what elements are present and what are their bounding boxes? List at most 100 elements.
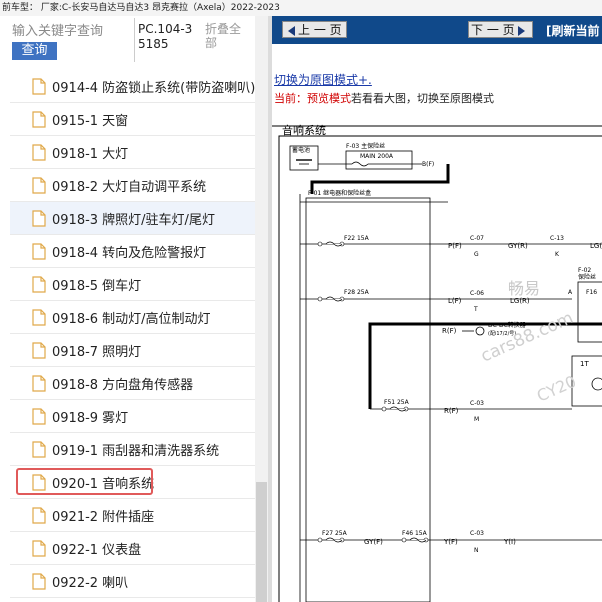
fuse-f02: F-02 — [578, 267, 591, 274]
list-item-label: 0918-8 方向盘角传感器 — [52, 377, 194, 393]
wire-label-bf: B(F) — [422, 161, 434, 168]
left-panel: 查询 PC.104-35185 折叠全部 0914-4 防盗锁止系统(带防盗喇叭… — [0, 16, 268, 602]
document-icon — [32, 242, 46, 260]
battery-label: 蓄电池 — [292, 146, 310, 154]
f01-label: F-01 继电器和保险丝盒 — [308, 189, 371, 197]
list-item-label: 0922-1 仪表盘 — [52, 542, 142, 558]
pin-n: N — [474, 547, 479, 554]
wire-label-rf2: R(F) — [444, 407, 459, 415]
pin-g: G — [474, 251, 479, 258]
next-page-button[interactable]: 下 一 页 — [468, 21, 533, 38]
dcdc-terminal — [475, 326, 485, 336]
list-item[interactable]: 0921-2 附件插座 — [10, 499, 255, 532]
list-item[interactable]: 0919-1 雨刮器和清洗器系统 — [10, 433, 255, 466]
list-item[interactable]: 0918-6 制动灯/高位制动灯 — [10, 301, 255, 334]
wire-label-gyf: GY(F) — [364, 538, 383, 546]
list-item-label: 0918-5 倒车灯 — [52, 278, 142, 294]
wire-label-rf1: R(F) — [442, 327, 457, 335]
wire-label-pf: P(F) — [448, 242, 462, 250]
fuse-f51: F51 25A — [384, 399, 410, 406]
conn-c13: C-13 — [550, 235, 564, 242]
document-icon — [32, 572, 46, 590]
list-item[interactable]: 0918-7 照明灯 — [10, 334, 255, 367]
wire-label-gyr: GY(R) — [508, 242, 528, 250]
wire-label-lg: LG( — [590, 242, 602, 250]
main-fuse-id: F-03 主保险丝 — [346, 142, 385, 150]
search-input[interactable] — [12, 22, 132, 40]
list-item[interactable]: 0918-3 牌照灯/驻车灯/尾灯 — [10, 202, 255, 235]
list-item-label: 0919-1 雨刮器和清洗器系统 — [52, 443, 220, 459]
document-icon — [32, 275, 46, 293]
search-area: 查询 PC.104-35185 折叠全部 — [0, 16, 268, 66]
label-1t: 1T — [580, 360, 589, 368]
wire-label-yi: Y(I) — [503, 538, 516, 546]
fuse-f27: F27 25A — [322, 530, 348, 537]
main-fuse-rating: MAIN 200A — [360, 153, 394, 160]
watermark-2: cars88.com — [478, 308, 577, 367]
list-item[interactable]: 0920-1 音响系统 — [10, 466, 255, 499]
list-item-label: 0921-2 附件插座 — [52, 509, 155, 525]
prev-page-label: 上 一 页 — [298, 23, 342, 37]
fuse-f22: F22 15A — [344, 235, 370, 242]
list-item-label: 0918-2 大灯自动调平系统 — [52, 179, 207, 195]
triangle-left-icon — [288, 25, 295, 36]
document-icon — [32, 374, 46, 392]
document-icon — [32, 176, 46, 194]
document-icon — [32, 407, 46, 425]
conn-c03: C-03 — [470, 400, 484, 407]
fuse-f28: F28 25A — [344, 289, 370, 296]
search-button[interactable]: 查询 — [12, 42, 57, 60]
selected-item-highlight — [16, 468, 153, 495]
list-item[interactable]: 0918-8 方向盘角传感器 — [10, 367, 255, 400]
list-item[interactable]: 0915-1 天窗 — [10, 103, 255, 136]
refresh-current-link[interactable]: [刷新当前 — [546, 22, 600, 39]
document-icon — [32, 506, 46, 524]
current-mode-prefix: 当前： — [274, 92, 307, 105]
document-list: 0914-4 防盗锁止系统(带防盗喇叭) 0915-1 天窗 0918-1 大灯 09… — [10, 70, 255, 598]
separator — [134, 18, 135, 62]
document-icon — [32, 110, 46, 128]
conn-c06: C-06 — [470, 290, 484, 297]
list-item[interactable]: 0922-1 仪表盘 — [10, 532, 255, 565]
relay-terminal — [591, 377, 602, 391]
fuse-f02-label: 保险丝 — [578, 273, 596, 281]
document-icon — [32, 341, 46, 359]
pin-a: A — [568, 289, 573, 296]
triangle-right-icon — [517, 25, 525, 36]
document-icon — [32, 440, 46, 458]
list-item[interactable]: 0918-4 转向及危险警报灯 — [10, 235, 255, 268]
list-item[interactable]: 0914-4 防盗锁止系统(带防盗喇叭) — [10, 70, 255, 103]
document-icon — [32, 209, 46, 227]
conn-c03b: C-03 — [470, 530, 484, 537]
scrollbar-thumb[interactable] — [256, 482, 267, 602]
list-item-label: 0914-4 防盗锁止系统(带防盗喇叭) — [52, 80, 256, 96]
diagram-title: 音响系统 — [282, 124, 326, 137]
list-item-label: 0918-7 照明灯 — [52, 344, 142, 360]
document-icon — [32, 539, 46, 557]
wire-label-lgr: LG(R) — [510, 297, 530, 305]
watermark-1: 畅易 — [508, 279, 540, 298]
pin-t: T — [473, 306, 478, 313]
document-icon — [32, 308, 46, 326]
conn-c07: C-07 — [470, 235, 484, 242]
wiring-diagram[interactable]: 音响系统 蓄电池 F-03 主保险丝 MAIN 200A B(F) F-01 继… — [272, 124, 602, 602]
list-item[interactable]: 0922-2 喇叭 — [10, 565, 255, 598]
content-panel: 上 一 页 下 一 页 [刷新当前 切换为原图模式+. 当前：预览模式若看看大图… — [272, 16, 602, 602]
list-item-label: 0918-3 牌照灯/驻车灯/尾灯 — [52, 212, 215, 228]
collapse-all-link[interactable]: 折叠全部 — [205, 22, 250, 50]
next-page-label: 下 一 页 — [471, 23, 515, 37]
list-item[interactable]: 0918-5 倒车灯 — [10, 268, 255, 301]
list-item[interactable]: 0918-9 雾灯 — [10, 400, 255, 433]
list-item-label: 0918-4 转向及危险警报灯 — [52, 245, 207, 261]
list-item-label: 0922-2 喇叭 — [52, 575, 129, 591]
prev-page-button[interactable]: 上 一 页 — [282, 21, 347, 38]
wire-label-yf: Y(F) — [443, 538, 458, 546]
list-item-label: 0918-6 制动灯/高位制动灯 — [52, 311, 211, 327]
list-item[interactable]: 0918-2 大灯自动调平系统 — [10, 169, 255, 202]
switch-original-mode-link[interactable]: 切换为原图模式+. — [274, 71, 372, 88]
pin-m: M — [474, 416, 479, 423]
page-nav-bar: 上 一 页 下 一 页 [刷新当前 — [272, 16, 602, 44]
window-title: 前车型： 厂家:C-长安马自达马自达3 昂克赛拉（Axela）2022-2023 — [2, 3, 280, 13]
list-item-label: 0915-1 天窗 — [52, 113, 129, 129]
list-item[interactable]: 0918-1 大灯 — [10, 136, 255, 169]
